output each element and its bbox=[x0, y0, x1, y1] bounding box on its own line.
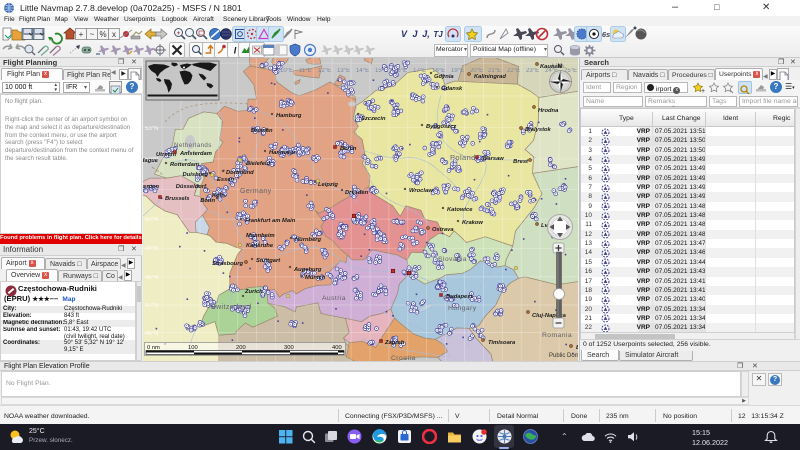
svg-text:Strasbourg: Strasbourg bbox=[212, 261, 243, 267]
svg-text:49°N: 49°N bbox=[145, 246, 158, 252]
svg-text:%: % bbox=[99, 30, 106, 39]
svg-text:Hague: Hague bbox=[143, 158, 159, 164]
svg-text:22°E: 22°E bbox=[507, 68, 520, 74]
svg-text:Ostrava: Ostrava bbox=[432, 227, 454, 233]
svg-text:Mannheim: Mannheim bbox=[246, 233, 275, 239]
svg-text:14°E: 14°E bbox=[356, 68, 369, 74]
svg-text:Bremen: Bremen bbox=[251, 128, 273, 134]
svg-text:Antwerpen: Antwerpen bbox=[143, 184, 159, 190]
svg-text:Slovakia: Slovakia bbox=[438, 256, 467, 263]
svg-text:Berlin: Berlin bbox=[340, 146, 357, 152]
svg-text:10°E: 10°E bbox=[280, 68, 293, 74]
svg-text:Augsburg: Augsburg bbox=[293, 267, 322, 273]
svg-text:Gdansk: Gdansk bbox=[441, 86, 463, 92]
svg-text:V: V bbox=[401, 29, 408, 39]
svg-text:47°N: 47°N bbox=[145, 303, 158, 309]
svg-text:17°E: 17°E bbox=[413, 68, 426, 74]
svg-text:Timisoara: Timisoara bbox=[488, 340, 516, 346]
svg-text:100: 100 bbox=[188, 345, 198, 351]
svg-text:Krakow: Krakow bbox=[462, 220, 483, 226]
svg-text:x: x bbox=[112, 30, 116, 39]
svg-text:Dortmund: Dortmund bbox=[226, 170, 254, 176]
svg-text:Dresden: Dresden bbox=[345, 190, 369, 196]
svg-text:Essen: Essen bbox=[217, 177, 235, 183]
svg-text:Romania: Romania bbox=[542, 332, 572, 339]
svg-text:Hungary: Hungary bbox=[448, 305, 477, 312]
svg-text:46°N: 46°N bbox=[145, 331, 158, 337]
svg-text:Netherlands: Netherlands bbox=[174, 142, 212, 149]
svg-text:Leipzig: Leipzig bbox=[318, 182, 338, 188]
svg-text:Frankfurt am Main: Frankfurt am Main bbox=[245, 218, 296, 224]
svg-text:J: J bbox=[412, 29, 418, 39]
svg-text:Zagreb: Zagreb bbox=[384, 340, 405, 346]
svg-text:300: 300 bbox=[284, 345, 294, 351]
svg-text:Poland: Poland bbox=[450, 153, 476, 162]
svg-text:Karlsruhe: Karlsruhe bbox=[246, 243, 274, 249]
svg-text:12°E: 12°E bbox=[318, 68, 331, 74]
svg-text:Warsaw: Warsaw bbox=[482, 156, 504, 162]
svg-text:Bonn: Bonn bbox=[200, 198, 215, 204]
svg-text:Br: Br bbox=[576, 345, 578, 351]
svg-text:11°E: 11°E bbox=[299, 68, 312, 74]
svg-text:Bydgoszcz: Bydgoszcz bbox=[426, 124, 456, 130]
svg-text:Amsterdam: Amsterdam bbox=[179, 151, 212, 157]
svg-text:0 nm: 0 nm bbox=[147, 345, 160, 351]
svg-text:Germany: Germany bbox=[240, 188, 272, 195]
svg-text:Nürnberg: Nürnberg bbox=[295, 237, 322, 243]
svg-text:+: + bbox=[177, 31, 181, 37]
svg-text:TJ: TJ bbox=[433, 30, 443, 39]
svg-text:Brest: Brest bbox=[513, 159, 529, 165]
svg-text:200: 200 bbox=[236, 345, 246, 351]
svg-text:Stuttgart: Stuttgart bbox=[256, 258, 281, 264]
svg-text:Gdynia: Gdynia bbox=[434, 74, 454, 80]
svg-text:50°N: 50°N bbox=[145, 217, 158, 223]
svg-text:Hannover: Hannover bbox=[269, 150, 296, 156]
svg-text:Public Domain: Public Domain bbox=[549, 353, 578, 359]
svg-text:Bielefeld: Bielefeld bbox=[246, 161, 271, 167]
svg-text:6s: 6s bbox=[602, 30, 610, 39]
svg-text:N: N bbox=[558, 63, 563, 70]
svg-text:Rotterdam: Rotterdam bbox=[170, 162, 199, 168]
svg-text:Bialystok: Bialystok bbox=[525, 127, 552, 133]
svg-text:Zurich: Zurich bbox=[244, 289, 263, 295]
svg-text:+: + bbox=[701, 88, 705, 94]
svg-text:~: ~ bbox=[90, 30, 95, 39]
svg-text:400: 400 bbox=[332, 345, 342, 351]
svg-text:Austria: Austria bbox=[322, 295, 346, 302]
svg-text:Munich: Munich bbox=[305, 275, 326, 281]
svg-text:Kaliningrad: Kaliningrad bbox=[474, 74, 506, 80]
svg-text:23°E: 23°E bbox=[526, 68, 539, 74]
svg-text:Wroclaw: Wroclaw bbox=[409, 188, 433, 194]
svg-text:Hrodna: Hrodna bbox=[538, 108, 559, 114]
svg-text:Szczecin: Szczecin bbox=[361, 116, 386, 122]
svg-text:Düsseldorf: Düsseldorf bbox=[176, 184, 207, 190]
svg-text:+: + bbox=[79, 30, 84, 39]
svg-text:13°E: 13°E bbox=[337, 68, 350, 74]
svg-text:J,: J, bbox=[422, 29, 430, 39]
svg-text:48°N: 48°N bbox=[145, 275, 158, 281]
svg-text:53°N: 53°N bbox=[145, 126, 158, 132]
svg-text:Hamburg: Hamburg bbox=[276, 113, 302, 119]
svg-text:Duisburg: Duisburg bbox=[183, 172, 209, 178]
svg-text:Budapest: Budapest bbox=[446, 294, 473, 300]
svg-text:Brussels: Brussels bbox=[165, 196, 190, 202]
svg-text:Switzerland: Switzerland bbox=[211, 304, 252, 311]
svg-text:Katowice: Katowice bbox=[447, 207, 473, 213]
